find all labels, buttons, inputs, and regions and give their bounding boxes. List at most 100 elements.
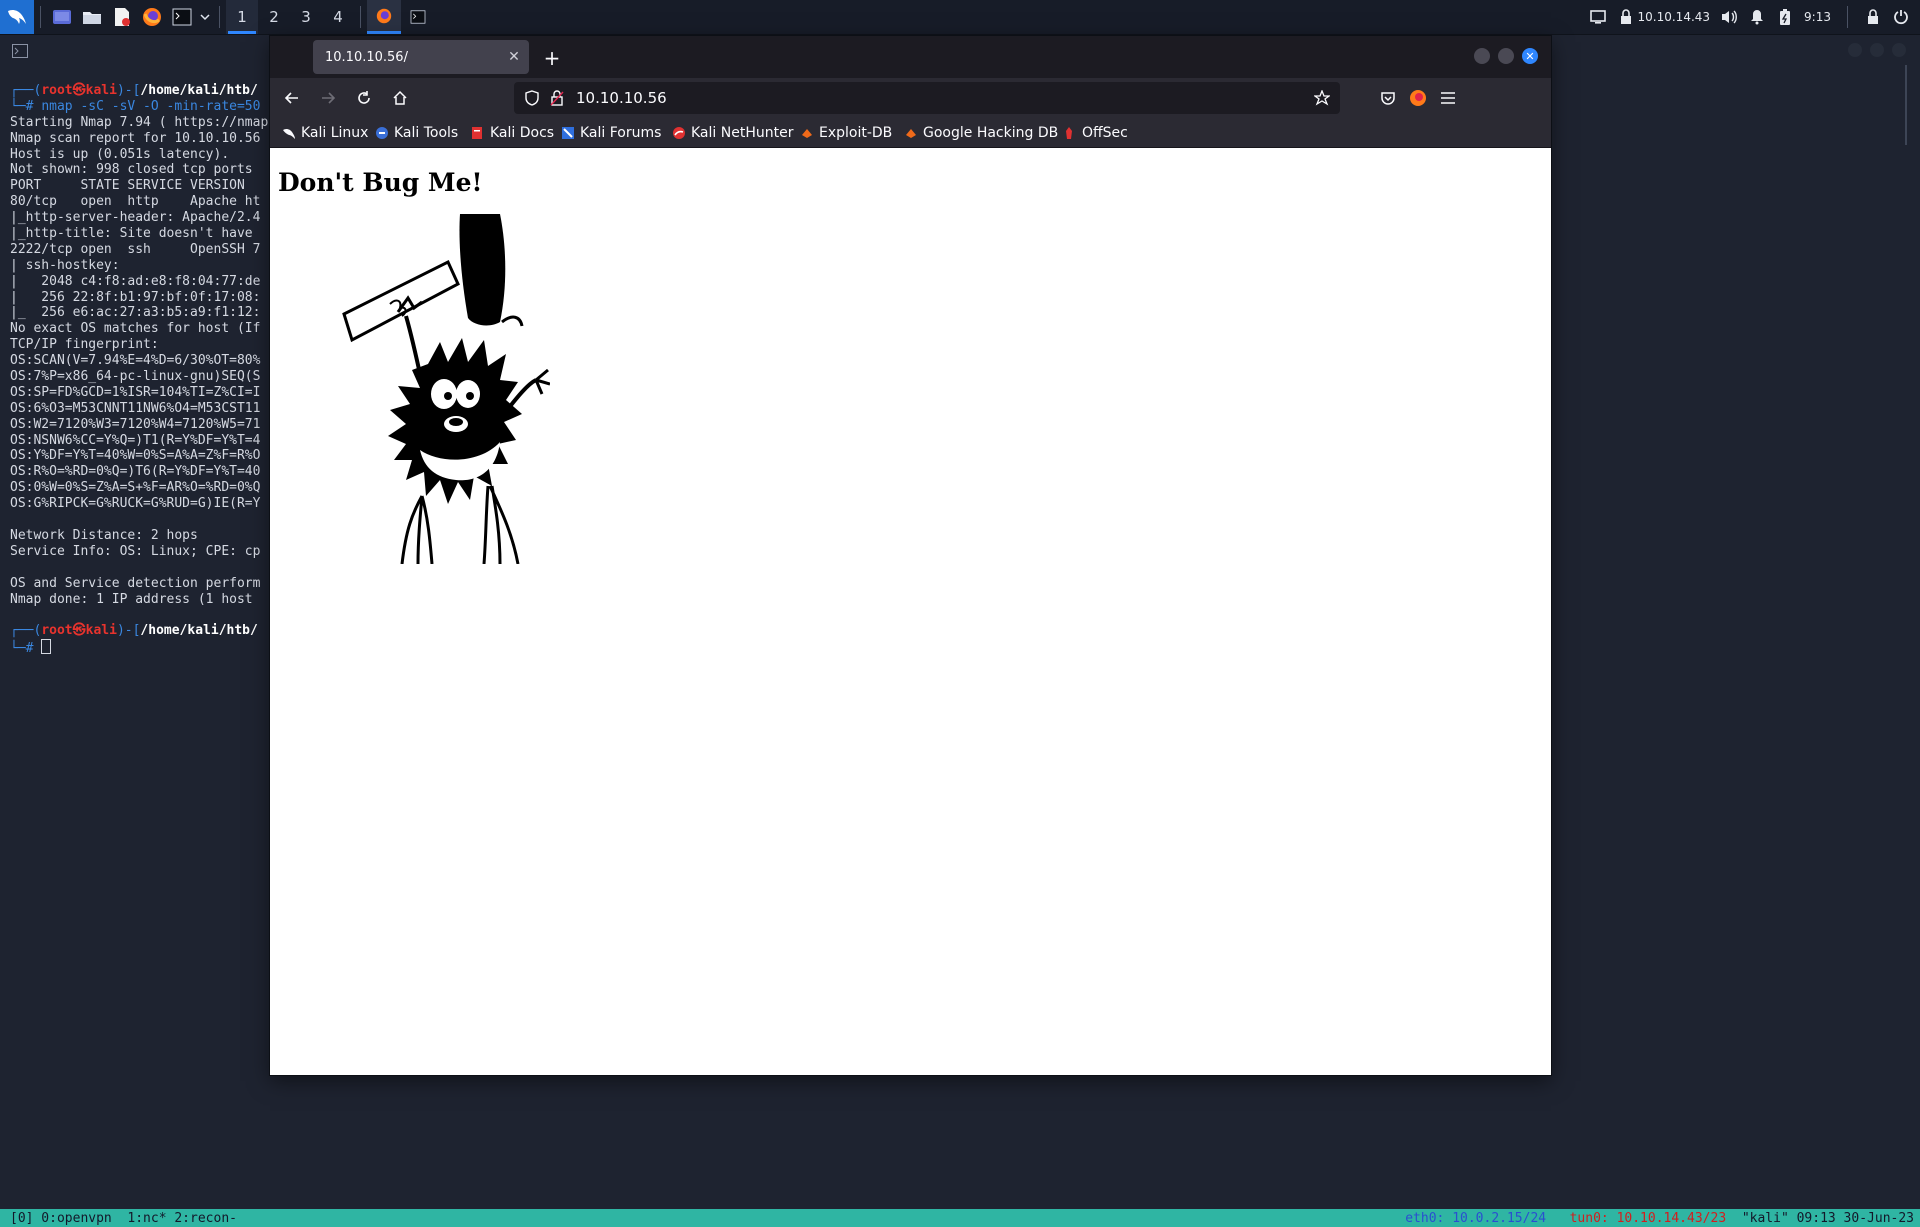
prompt-frame: └─# — [10, 98, 42, 114]
bookmark-kali-nethunter[interactable]: Kali NetHunter — [672, 118, 793, 147]
bookmark-exploit-db[interactable]: Exploit-DB — [800, 118, 892, 147]
bookmark-label: OffSec — [1082, 124, 1128, 141]
terminal-line: OS:NSNW6%CC=Y%Q=)T1(R=Y%DF=Y%T=4 — [10, 433, 268, 449]
screen-icon[interactable] — [1589, 8, 1607, 26]
workspace-1[interactable]: 1 — [226, 0, 258, 34]
star-icon[interactable] — [1314, 90, 1330, 106]
app-menu-button[interactable] — [1436, 86, 1460, 110]
home-button[interactable] — [388, 86, 412, 110]
kali-tools-icon — [375, 126, 389, 140]
lock-icon[interactable] — [1864, 8, 1882, 26]
shield-icon[interactable] — [524, 90, 540, 106]
power-icon[interactable] — [1892, 8, 1910, 26]
account-button[interactable] — [1406, 86, 1430, 110]
new-tab-button[interactable]: + — [540, 46, 564, 70]
prompt-frame: ┌──( — [10, 623, 42, 639]
page-heading: Don't Bug Me! — [278, 168, 483, 197]
terminal-line: Starting Nmap 7.94 ( https://nmap — [10, 115, 268, 131]
bookmark-offsec[interactable]: OffSec — [1063, 118, 1128, 147]
output-text: OS:0%W=0%S=Z%A=S+%F=AR%O=%RD=0%Q — [10, 480, 261, 496]
workspace-2[interactable]: 2 — [258, 0, 290, 34]
output-text: TCP/IP fingerprint: — [10, 337, 159, 353]
terminal-line: ┌──(root㉿kali)-[/home/kali/htb/ — [10, 83, 268, 99]
output-text: | ssh-hostkey: — [10, 257, 120, 273]
forward-button[interactable] — [316, 86, 340, 110]
terminal-line: OS:7%P=x86_64-pc-linux-gnu)SEQ(S — [10, 369, 268, 385]
browser-tab[interactable]: 10.10.10.56/ ✕ — [313, 40, 529, 74]
clock[interactable]: 9:13 — [1804, 10, 1831, 24]
close-window-button[interactable]: ✕ — [1522, 48, 1538, 64]
prompt-user: root㉿kali — [41, 83, 117, 98]
output-text: OS:G%RIPCK=G%RUCK=G%RUD=G)IE(R=Y — [10, 496, 261, 512]
hamburger-menu-icon — [1441, 92, 1455, 104]
bookmark-kali-tools[interactable]: Kali Tools — [375, 118, 458, 147]
system-tray: 10.10.14.43 9:13 — [1589, 0, 1920, 34]
pocket-button[interactable] — [1376, 86, 1400, 110]
taskbar-firefox-window[interactable] — [367, 0, 401, 34]
bell-icon[interactable] — [1748, 8, 1766, 26]
terminal-line: |_http-server-header: Apache/2.4 — [10, 210, 268, 226]
tmux-window-list[interactable]: [0] 0:openvpn 1:nc* 2:recon- — [0, 1211, 237, 1226]
terminal-line: | ssh-hostkey: — [10, 258, 268, 274]
bookmark-label: Google Hacking DB — [923, 124, 1059, 141]
workspace-4[interactable]: 4 — [322, 0, 354, 34]
firefox-icon[interactable] — [137, 0, 167, 34]
terminal-line: |_ 256 e6:ac:27:a3:b5:a9:f1:12: — [10, 305, 268, 321]
terminal-scrollbar[interactable] — [1905, 65, 1907, 145]
terminal-icon — [410, 10, 426, 24]
terminal-icon[interactable] — [167, 0, 197, 34]
volume-icon[interactable] — [1720, 8, 1738, 26]
panel-separator — [360, 6, 361, 28]
output-text: |_http-title: Site doesn't have — [10, 226, 253, 242]
close-tab-icon[interactable]: ✕ — [505, 48, 523, 66]
output-text: |_http-server-header: Apache/2.4 — [10, 210, 261, 226]
terminal-icon — [12, 44, 28, 58]
workspace-3[interactable]: 3 — [290, 0, 322, 34]
offsec-icon — [1063, 126, 1077, 140]
kali-dragon-icon — [282, 126, 296, 140]
page-content: Don't Bug Me! — [270, 148, 1551, 1075]
taskbar-terminal-window[interactable] — [401, 0, 435, 34]
vpn-status[interactable]: 10.10.14.43 — [1617, 8, 1710, 26]
kali-menu-icon[interactable] — [0, 0, 34, 34]
output-text: OS and Service detection perform — [10, 575, 261, 591]
reload-icon — [358, 91, 370, 104]
terminal-line: OS and Service detection perform — [10, 576, 268, 592]
terminal-output[interactable]: ┌──(root㉿kali)-[/home/kali/htb/└─# nmap … — [10, 83, 268, 656]
bookmark-kali-forums[interactable]: Kali Forums — [561, 118, 661, 147]
bookmark-label: Kali Linux — [301, 124, 369, 141]
bookmark-kali-linux[interactable]: Kali Linux — [282, 118, 368, 147]
home-icon — [393, 90, 407, 105]
nethunter-icon — [672, 126, 686, 140]
bookmark-google-hacking-db[interactable]: Google Hacking DB — [904, 118, 1058, 147]
battery-icon[interactable] — [1776, 8, 1794, 26]
output-text: OS:W2=7120%W3=7120%W4=7120%W5=71 — [10, 416, 261, 432]
back-button[interactable] — [280, 86, 304, 110]
file-manager-icon[interactable] — [77, 0, 107, 34]
output-text: Host is up (0.051s latency). — [10, 146, 230, 162]
maximize-button[interactable] — [1498, 48, 1514, 64]
reload-button[interactable] — [352, 86, 376, 110]
output-text: |_ 256 e6:ac:27:a3:b5:a9:f1:12: — [10, 305, 261, 321]
prompt-user: root㉿kali — [41, 623, 117, 639]
terminal-cursor — [41, 639, 52, 655]
terminal-line: Service Info: OS: Linux; CPE: cp — [10, 544, 268, 560]
prompt-frame: ┌──( — [10, 83, 42, 98]
output-text: OS:7%P=x86_64-pc-linux-gnu)SEQ(S — [10, 369, 261, 385]
command-text: nmap -sC -sV -O -min-rate=50 — [41, 98, 261, 114]
desktop-icon[interactable] — [47, 0, 77, 34]
chevron-down-icon[interactable] — [197, 0, 213, 34]
arrow-left-icon — [284, 92, 298, 104]
exploit-db-icon — [800, 126, 814, 140]
minimize-button[interactable] — [1474, 48, 1490, 64]
kali-forums-icon — [561, 126, 575, 140]
terminal-line: └─# — [10, 639, 268, 656]
bookmark-kali-docs[interactable]: Kali Docs — [471, 118, 554, 147]
url-bar[interactable]: 10.10.10.56 — [514, 82, 1340, 114]
panel-separator — [1847, 6, 1848, 28]
text-editor-icon[interactable] — [107, 0, 137, 34]
lock-icon[interactable] — [550, 90, 564, 106]
bookmark-label: Kali NetHunter — [691, 124, 794, 141]
bookmark-label: Exploit-DB — [819, 124, 893, 141]
